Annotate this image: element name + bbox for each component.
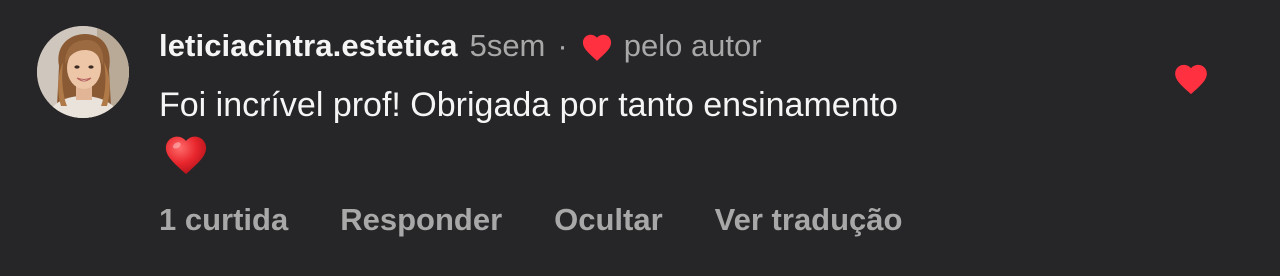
comment-timestamp: 5sem	[469, 28, 546, 63]
comment-text: Foi incrível prof! Obrigada por tanto en…	[159, 82, 1139, 178]
likes-count-link[interactable]: 1 curtida	[159, 202, 288, 238]
red-heart-emoji-icon	[165, 136, 207, 175]
hide-button[interactable]: Ocultar	[554, 202, 663, 238]
username-link[interactable]: leticiacintra.estetica	[159, 28, 458, 64]
separator-dot: ·	[557, 28, 568, 63]
liked-by-author-label: pelo autor	[623, 28, 762, 63]
avatar-image	[37, 26, 129, 118]
heart-filled-icon	[1175, 64, 1207, 95]
avatar[interactable]	[37, 26, 129, 118]
comment-item: leticiacintra.estetica 5sem · pelo autor…	[0, 0, 1280, 276]
like-button[interactable]	[1172, 60, 1210, 96]
comment-actions: 1 curtida Responder Ocultar Ver tradução	[159, 198, 902, 242]
reply-button[interactable]: Responder	[340, 202, 502, 238]
see-translation-button[interactable]: Ver tradução	[715, 202, 903, 238]
comment-header: leticiacintra.estetica 5sem · pelo autor	[159, 24, 762, 68]
heart-icon	[580, 31, 614, 62]
comment-text-content: Foi incrível prof! Obrigada por tanto en…	[159, 86, 898, 124]
